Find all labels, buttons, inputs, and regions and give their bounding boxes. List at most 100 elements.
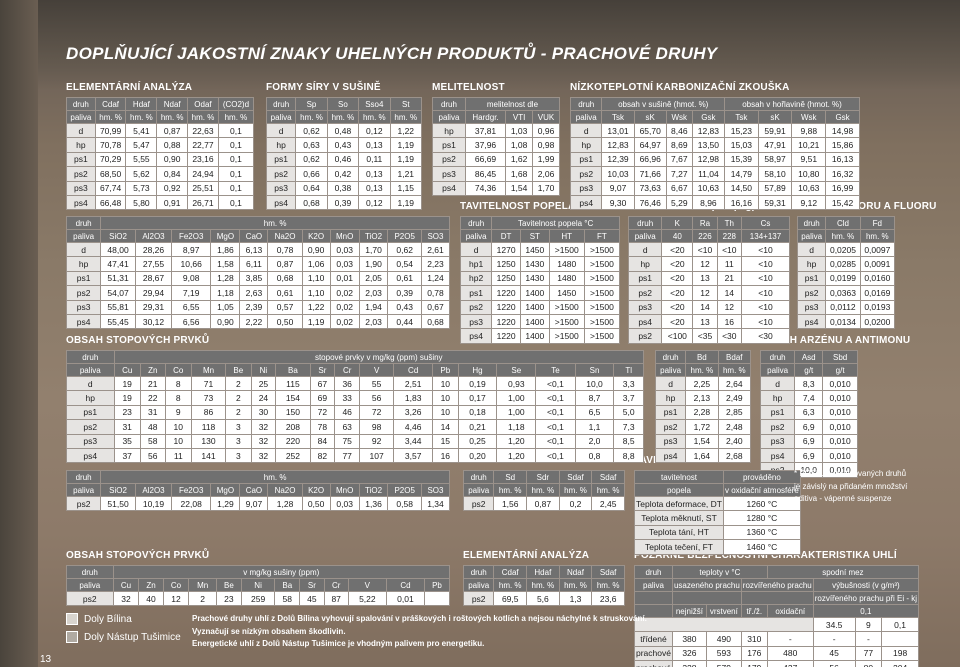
table-cell: - bbox=[854, 631, 883, 647]
table-row: d 0,62 0,48 0,12 1,22 bbox=[265, 122, 423, 139]
table-cell: 24 bbox=[250, 390, 277, 406]
row-label: ps3 bbox=[759, 433, 796, 449]
header-cell: Asd bbox=[794, 350, 824, 364]
table-cell: 2,05 bbox=[358, 270, 389, 287]
row-label: ps2 bbox=[432, 151, 466, 168]
table-cell: 4,46 bbox=[393, 419, 434, 435]
row-label: ps1 bbox=[65, 270, 102, 287]
table-cell: 0,87 bbox=[267, 256, 303, 272]
header-cell: druh bbox=[66, 97, 96, 111]
table-cell: 2,39 bbox=[239, 299, 269, 315]
row-label: Teplota tání, HT bbox=[634, 524, 724, 541]
table-cell: 32 bbox=[250, 433, 277, 449]
table-cell: 0,66 bbox=[295, 166, 328, 182]
row-label: ps4 bbox=[569, 194, 603, 211]
row-label: ps4 bbox=[459, 328, 493, 344]
table-cell: 66,48 bbox=[94, 194, 127, 211]
header-cell: rozvířeného prachu při Ei - kj bbox=[812, 591, 920, 605]
header-cell: Be bbox=[215, 578, 242, 592]
table-cell: 21 bbox=[139, 375, 166, 392]
row-label: ps3 bbox=[796, 299, 827, 315]
table-cell: 72 bbox=[359, 404, 395, 421]
table-melitelnost: druh melitelnost dle paliva Hardgr. VTI VUK hp… bbox=[432, 97, 561, 196]
table-cell: 1360 °C bbox=[722, 524, 801, 541]
table-row: hp 37,81 1,03 0,96 bbox=[432, 122, 560, 139]
table-cell: 0,90 bbox=[210, 313, 241, 330]
table-cell: 1400 bbox=[519, 299, 550, 315]
table-cell: <30 bbox=[716, 328, 742, 344]
row-label: ps2 bbox=[627, 328, 663, 344]
table-cell: 6,9 bbox=[794, 433, 824, 449]
table-cell: 1250 bbox=[491, 256, 521, 272]
row-label: Teplota měknutí, ST bbox=[634, 510, 724, 526]
table-cell: 30 bbox=[250, 404, 277, 421]
header-cell: Sdr bbox=[526, 470, 560, 484]
header-cell: Hg bbox=[457, 363, 498, 377]
header-cell: druh bbox=[65, 470, 102, 484]
row-label: d bbox=[796, 241, 827, 258]
table-cell: 1,28 bbox=[267, 495, 303, 512]
table-cell: 1,22 bbox=[389, 122, 423, 139]
table-cell: 5,41 bbox=[125, 122, 158, 139]
table-row: ps2 32 40 12 2 23 259 58 45 87 5,22 0,01 bbox=[66, 590, 451, 607]
table-cell: >1500 bbox=[548, 328, 585, 344]
table-cell: 0,48 bbox=[326, 122, 360, 139]
header-cell: melitelnost dle bbox=[464, 97, 561, 111]
table-cell: 37,96 bbox=[464, 137, 507, 153]
table-cell: 0,010 bbox=[822, 419, 858, 435]
table-cell: 0,02 bbox=[329, 285, 360, 301]
table-cell: 0,20 bbox=[457, 447, 498, 464]
table-cell: 0,0285 bbox=[825, 256, 861, 272]
row-label: hp1 bbox=[459, 256, 493, 272]
table-cell: 51,50 bbox=[100, 495, 136, 512]
header-cell: paliva bbox=[462, 483, 495, 497]
table-cell: <10 bbox=[740, 270, 791, 287]
table-cell: 2,0 bbox=[574, 433, 615, 449]
header-cell: hm. % bbox=[558, 578, 593, 592]
table-cell: 19 bbox=[113, 375, 141, 392]
table-stopove2: druh v mg/kg sušiny (ppm) paliva Cu Zn Co Mn Be… bbox=[66, 565, 451, 607]
header-cell: paliva bbox=[66, 578, 114, 592]
table-cell: 0,12 bbox=[358, 194, 391, 211]
header-cell: Sdaf bbox=[558, 470, 593, 484]
header-cell: Fd bbox=[859, 216, 896, 230]
table-cell: 2,28 bbox=[685, 404, 719, 421]
header-cell: paliva bbox=[459, 229, 493, 243]
table-row: ps1 6,3 0,010 bbox=[759, 404, 858, 421]
header-cell: Sn bbox=[574, 363, 615, 377]
table-cell: 70,99 bbox=[94, 122, 127, 139]
header-cell: MgO bbox=[210, 483, 241, 497]
table-cell: 46 bbox=[334, 404, 361, 421]
table-cell: 1,90 bbox=[358, 256, 389, 272]
table-row: ps1 0,0199 0,0160 bbox=[796, 270, 896, 287]
note-line: Energetické uhlí z Dolů Nástup Tušimice … bbox=[192, 639, 485, 648]
table-row: hp 0,0285 0,0091 bbox=[796, 256, 896, 272]
heading-stopove2: OBSAH STOPOVÝCH PRVKŮ bbox=[66, 550, 210, 561]
table-cell: 47,91 bbox=[757, 137, 793, 153]
header-cell: K bbox=[661, 216, 694, 230]
row-label: ps4 bbox=[66, 194, 96, 211]
table-cell: 0,01 bbox=[329, 270, 360, 287]
table-cell: 11,04 bbox=[691, 166, 726, 182]
table-cell: 0,54 bbox=[387, 256, 422, 272]
table-cell: 0,68 bbox=[420, 313, 451, 330]
table-row: Teplota měknutí, ST 1280 °C bbox=[634, 510, 801, 526]
table-row: hp 70,78 5,47 0,88 22,77 0,1 bbox=[66, 137, 255, 153]
header-cell: Sdaf bbox=[591, 565, 625, 579]
table-cell: 1,54 bbox=[505, 180, 534, 196]
table-row: ps1 1220 1400 1450 >1500 bbox=[459, 285, 621, 301]
header-cell: paliva bbox=[65, 229, 102, 243]
table-cell: 154 bbox=[275, 390, 311, 406]
table-cell: 69,5 bbox=[493, 590, 528, 607]
table-row: hp 2,13 2,49 bbox=[654, 390, 752, 406]
table-cell: 0,42 bbox=[326, 166, 360, 182]
table-cell: 10,21 bbox=[791, 137, 827, 153]
table-cell: 0,39 bbox=[387, 285, 422, 301]
header-cell: paliva bbox=[627, 229, 663, 243]
table-cell: 1,58 bbox=[210, 256, 241, 272]
legend-item-tusimice: Doly Nástup Tušimice bbox=[66, 629, 181, 645]
header-cell: Se bbox=[496, 363, 537, 377]
table-cell: 328 bbox=[671, 660, 707, 667]
table-cell: 45 bbox=[812, 645, 856, 662]
table-cell: <0,1 bbox=[535, 419, 576, 435]
